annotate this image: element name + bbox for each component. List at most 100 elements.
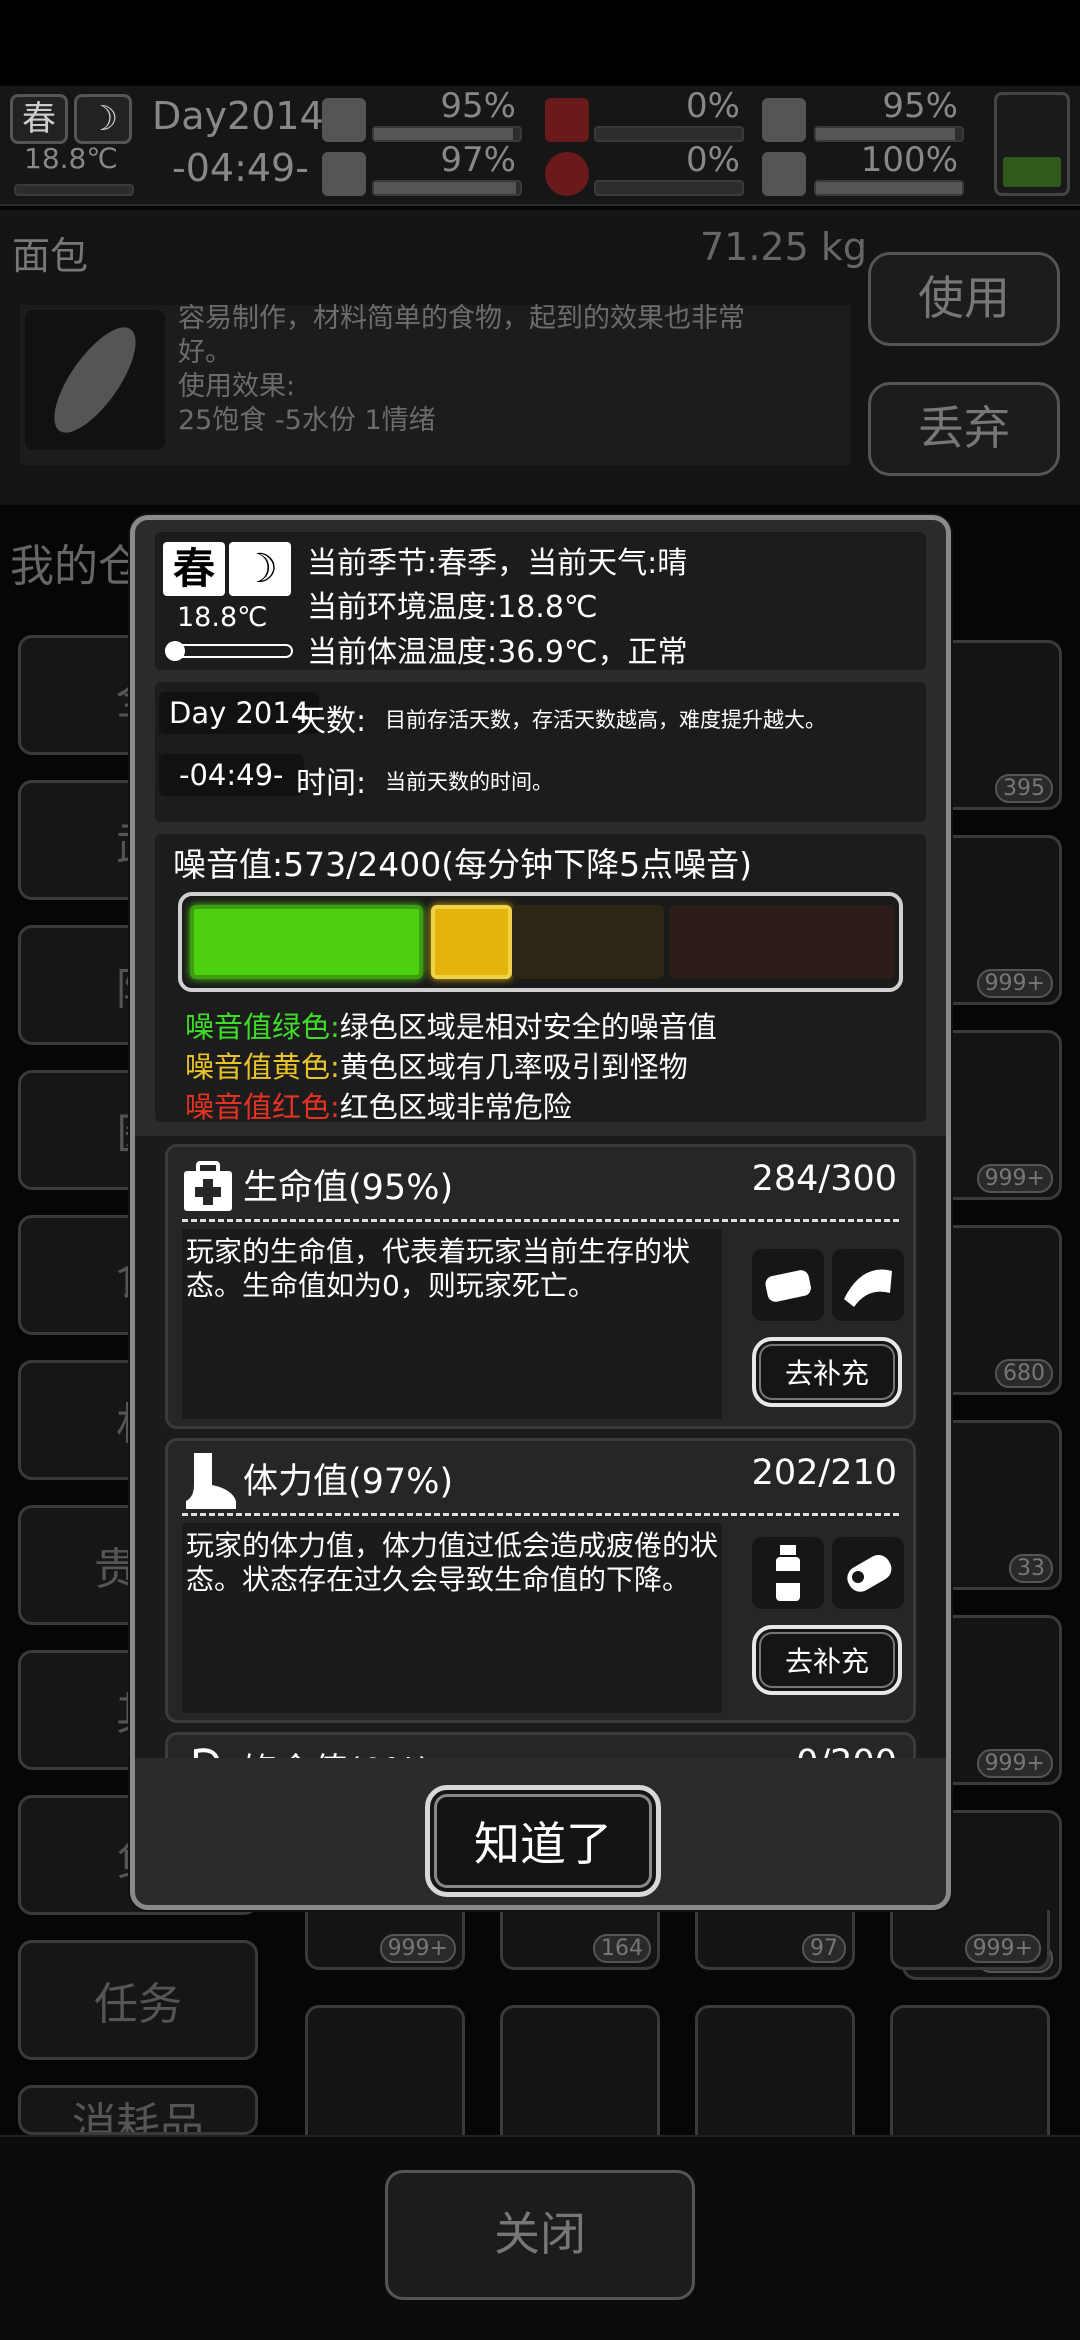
hud-heart-fill xyxy=(816,182,962,194)
category-consumable[interactable]: 消耗品 xyxy=(18,2085,258,2135)
stomach-icon xyxy=(545,98,589,142)
stomach-icon xyxy=(188,1745,228,1758)
inventory-slot[interactable]: 97 xyxy=(695,1910,855,1970)
stamina-card: 体力值(97%) 202/210 玩家的体力值，体力值过低会造成疲倦的状态。状态… xyxy=(165,1438,916,1723)
slot-count: 97 xyxy=(802,1934,846,1963)
slot-count: 164 xyxy=(593,1934,651,1963)
hud-health-fill xyxy=(374,128,513,140)
inventory-slot[interactable]: 999+ xyxy=(305,1910,465,1970)
item-desc-line: 好。 xyxy=(178,337,232,368)
moon-icon: ☽ xyxy=(74,94,132,144)
item-weight: 71.25 kg xyxy=(700,225,867,269)
boot-icon xyxy=(182,1451,238,1511)
hud-temp-bar xyxy=(14,184,134,196)
use-button[interactable]: 使用 xyxy=(868,252,1060,346)
noise-meter xyxy=(178,892,903,992)
season-badge: 春 xyxy=(10,94,68,144)
item-desc-line: 容易制作，材料简单的食物，起到的效果也非常 xyxy=(178,303,745,334)
hud-health-pct: 95% xyxy=(440,86,516,126)
day-label: 天数: xyxy=(296,704,367,739)
weather-card: 春 ☽ 18.8℃ 当前季节:春季，当前天气:晴 当前环境温度:18.8℃ 当前… xyxy=(155,532,926,670)
status-info-dialog: 春 ☽ 18.8℃ 当前季节:春季，当前天气:晴 当前环境温度:18.8℃ 当前… xyxy=(130,515,951,1910)
hud-temperature: 18.8℃ xyxy=(24,142,118,175)
close-button[interactable]: 关闭 xyxy=(385,2170,695,2300)
noise-title: 噪音值:573/2400(每分钟下降5点噪音) xyxy=(173,845,752,884)
item-description: 容易制作，材料简单的食物，起到的效果也非常 好。 使用效果: 25饱食 -5水份… xyxy=(178,302,838,438)
bandage-icon[interactable] xyxy=(752,1249,824,1321)
hunger-card: 饱食值(0%) 0/200 xyxy=(165,1732,916,1758)
noise-segment-green xyxy=(190,905,423,979)
health-description: 玩家的生命值，代表着玩家当前生存的状态。生命值如为0，则玩家死亡。 xyxy=(186,1235,691,1302)
divider xyxy=(182,1513,899,1516)
got-it-button[interactable]: 知道了 xyxy=(425,1785,661,1897)
noise-segment-red-empty xyxy=(669,905,895,979)
time-label: 时间: xyxy=(296,766,367,801)
divider xyxy=(182,1219,899,1222)
thermometer-bar xyxy=(165,641,293,661)
slot-count: 680 xyxy=(995,1359,1053,1388)
slot-count: 999+ xyxy=(976,1749,1053,1778)
weather-temp: 18.8℃ xyxy=(177,602,268,633)
inventory-title: 我的仓 xyxy=(10,541,142,592)
boot-icon xyxy=(322,152,366,196)
bread-icon xyxy=(25,310,165,450)
legend-green: 噪音值绿色:绿色区域是相对安全的噪音值 xyxy=(185,1004,717,1046)
top-hud: 春 ☽ 18.8℃ Day2014 -04:49- 95% 0% 95% 97%… xyxy=(0,86,1080,206)
health-card: 生命值(95%) 284/300 玩家的生命值，代表着玩家当前生存的状态。生命值… xyxy=(165,1144,916,1429)
moon-icon: ☽ xyxy=(229,542,291,596)
noise-card: 噪音值:573/2400(每分钟下降5点噪音) 噪音值绿色:绿色区域是相对安全的… xyxy=(155,834,926,1124)
hud-time: -04:49- xyxy=(172,146,309,190)
legend-yellow-label: 噪音值黄色: xyxy=(185,1050,340,1084)
hud-heart-pct: 100% xyxy=(860,140,958,180)
slot-count: 395 xyxy=(995,774,1053,803)
slot-count: 33 xyxy=(1009,1554,1053,1583)
season-icon: 春 xyxy=(163,542,225,596)
category-quest[interactable]: 任务 xyxy=(18,1940,258,2060)
heart-icon xyxy=(762,152,806,196)
hunger-title: 饱食值(0%) xyxy=(243,1743,431,1758)
legend-green-text: 绿色区域是相对安全的噪音值 xyxy=(339,1010,717,1044)
hud-water-pct: 0% xyxy=(686,140,740,180)
discard-button[interactable]: 丢弃 xyxy=(868,382,1060,476)
slot-count: 999+ xyxy=(379,1934,456,1963)
inventory-slot[interactable]: 999+ xyxy=(890,1910,1050,1970)
backpack-gauge-fill xyxy=(1003,157,1061,187)
inventory-slot[interactable]: 164 xyxy=(500,1910,660,1970)
day-time-card: Day 2014 天数: 目前存活天数，存活天数越高，难度提升越大。 -04:4… xyxy=(155,682,926,822)
stamina-value: 202/210 xyxy=(751,1453,897,1493)
noise-segment-yellow xyxy=(431,905,512,979)
noise-segment-yellow-empty xyxy=(512,905,664,979)
hud-mood-pct: 95% xyxy=(882,86,958,126)
backpack-gauge[interactable] xyxy=(994,92,1070,196)
mood-icon xyxy=(762,98,806,142)
hud-water-bar xyxy=(594,180,744,196)
hud-mood-fill xyxy=(816,128,955,140)
time-description: 当前天数的时间。 xyxy=(385,770,553,794)
hunger-value: 0/200 xyxy=(796,1743,897,1758)
hud-day: Day2014 xyxy=(152,94,324,138)
stats-scroll-area[interactable]: 生命值(95%) 284/300 玩家的生命值，代表着玩家当前生存的状态。生命值… xyxy=(135,1136,946,1758)
canned-food-icon[interactable] xyxy=(832,1537,904,1609)
energy-bottle-icon[interactable] xyxy=(752,1537,824,1609)
stamina-supply-button[interactable]: 去补充 xyxy=(752,1625,902,1695)
health-supply-button[interactable]: 去补充 xyxy=(752,1337,902,1407)
gauze-roll-icon[interactable] xyxy=(832,1249,904,1321)
slot-count: 999+ xyxy=(976,969,1053,998)
stamina-description: 玩家的体力值，体力值过低会造成疲倦的状态。状态存在过久会导致生命值的下降。 xyxy=(186,1529,719,1596)
hud-hunger-pct: 0% xyxy=(686,86,740,126)
hud-stamina-fill xyxy=(374,182,516,194)
slot-count: 999+ xyxy=(964,1934,1041,1963)
legend-red: 噪音值红色:红色区域非常危险 xyxy=(185,1084,572,1126)
item-desc-line: 25饱食 -5水份 1情绪 xyxy=(178,405,436,436)
body-temp-line: 当前体温温度:36.9℃，正常 xyxy=(307,635,688,670)
hud-stamina-pct: 97% xyxy=(440,140,516,180)
medkit-icon xyxy=(182,1161,234,1213)
water-drop-icon xyxy=(545,152,589,196)
legend-red-label: 噪音值红色: xyxy=(185,1090,340,1124)
legend-green-label: 噪音值绿色: xyxy=(185,1010,340,1044)
health-value: 284/300 xyxy=(751,1159,897,1199)
slot-count: 999+ xyxy=(976,1164,1053,1193)
hud-stamina-bar xyxy=(372,180,522,196)
season-weather-line: 当前季节:春季，当前天气:晴 xyxy=(307,546,688,581)
medkit-icon xyxy=(322,98,366,142)
